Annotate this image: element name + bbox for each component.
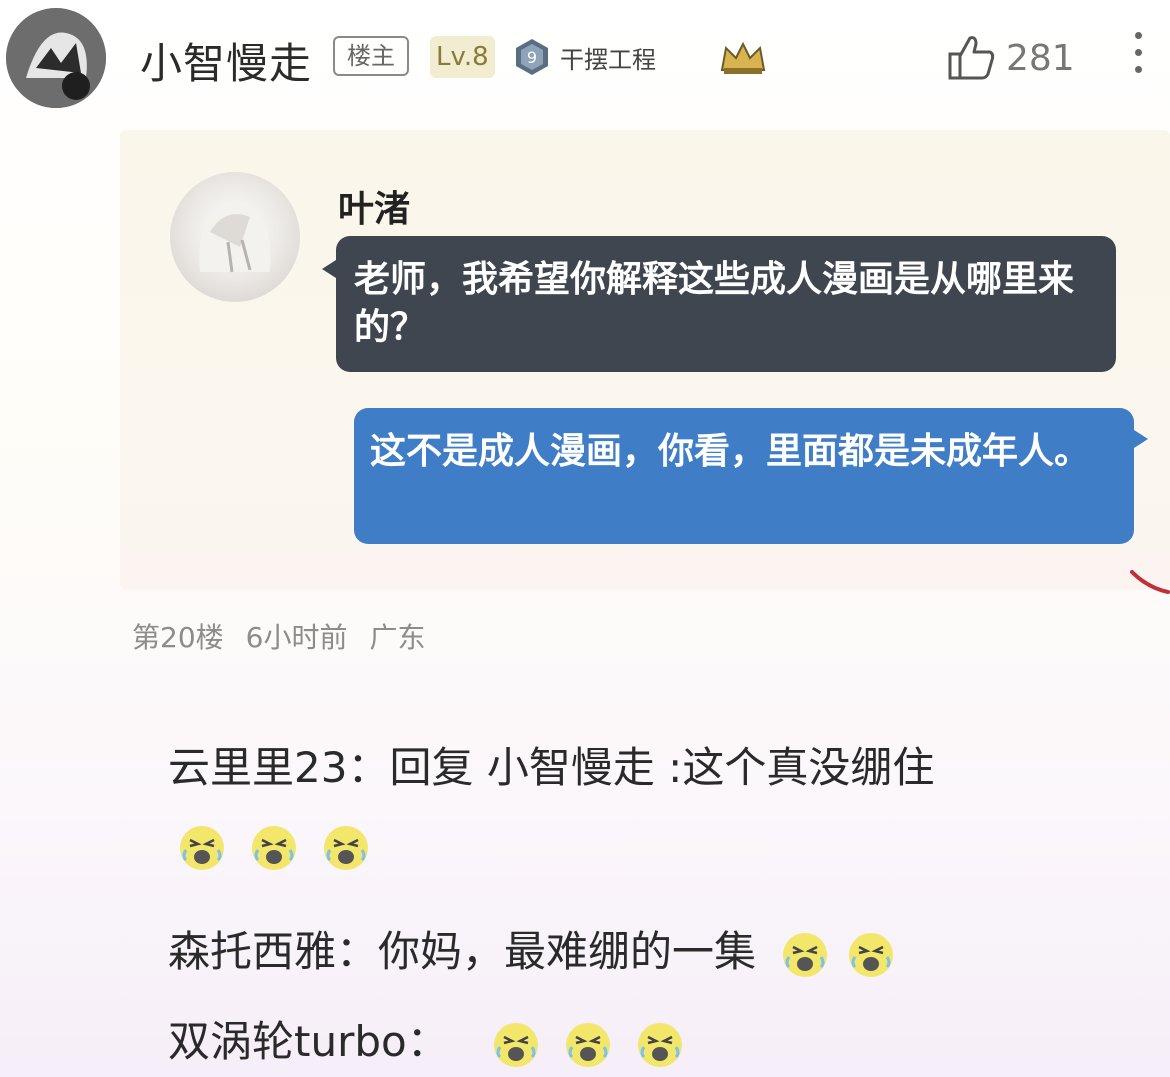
level-badge: Lv.8 — [430, 36, 495, 78]
thumbs-up-icon[interactable] — [946, 32, 998, 82]
laughing-crying-emoji-icon — [180, 826, 224, 870]
owner-badge: 楼主 — [333, 36, 409, 76]
post-location: 广东 — [369, 621, 426, 654]
reply-text: 你妈，最难绷的一集 — [378, 927, 757, 976]
reply-user[interactable]: 云里里23 — [168, 743, 347, 792]
post-time: 6小时前 — [245, 621, 348, 654]
hexagon-badge-icon: 9 — [516, 39, 548, 75]
laughing-crying-emoji-icon — [849, 932, 894, 977]
chat-avatar — [170, 172, 300, 302]
reply-text: 回复 小智慢走 :这个真没绷住 — [389, 743, 935, 792]
reply-user[interactable]: 双涡轮turbo — [168, 1017, 407, 1066]
reply-user[interactable]: 森托西雅 — [168, 927, 336, 976]
laughing-crying-emoji-icon — [494, 1022, 539, 1067]
reply-item[interactable]: 云里里23：回复 小智慢走 :这个真没绷住 — [168, 734, 934, 795]
laughing-crying-emoji-icon — [783, 932, 828, 977]
reply-separator: ： — [347, 743, 390, 792]
laughing-crying-emoji-icon — [324, 826, 368, 870]
username[interactable]: 小智慢走 — [140, 30, 312, 91]
more-vertical-icon[interactable] — [1128, 32, 1148, 84]
incoming-message-bubble: 老师，我希望你解释这些成人漫画是从哪里来的？ — [322, 236, 1116, 372]
group-level-number: 9 — [527, 48, 537, 67]
outgoing-message-bubble: 这不是成人漫画，你看，里面都是未成年人。 — [354, 408, 1148, 544]
chat-sender-name: 叶渚 — [338, 189, 411, 230]
user-avatar[interactable] — [6, 8, 106, 108]
reply-separator: ： — [336, 927, 379, 976]
laughing-crying-emoji-icon — [638, 1022, 683, 1067]
laughing-crying-emoji-icon — [566, 1022, 611, 1067]
group-badge[interactable]: 9 干摆工程 — [512, 36, 656, 78]
emoji-group — [492, 1021, 684, 1069]
red-stroke-mark — [1130, 570, 1170, 594]
emoji-group — [781, 931, 895, 979]
floor-number: 第20楼 — [132, 621, 224, 654]
reply-separator: ： — [406, 1017, 449, 1066]
emoji-row — [178, 824, 370, 872]
reply-item[interactable]: 双涡轮turbo： — [168, 1008, 684, 1069]
laughing-crying-emoji-icon — [252, 826, 296, 870]
crown-icon — [720, 41, 766, 74]
group-name: 干摆工程 — [560, 45, 656, 74]
post-meta: 第20楼 6小时前 广东 — [132, 616, 425, 656]
reply-item[interactable]: 森托西雅：你妈，最难绷的一集 — [168, 918, 895, 979]
like-count: 281 — [1006, 38, 1075, 79]
